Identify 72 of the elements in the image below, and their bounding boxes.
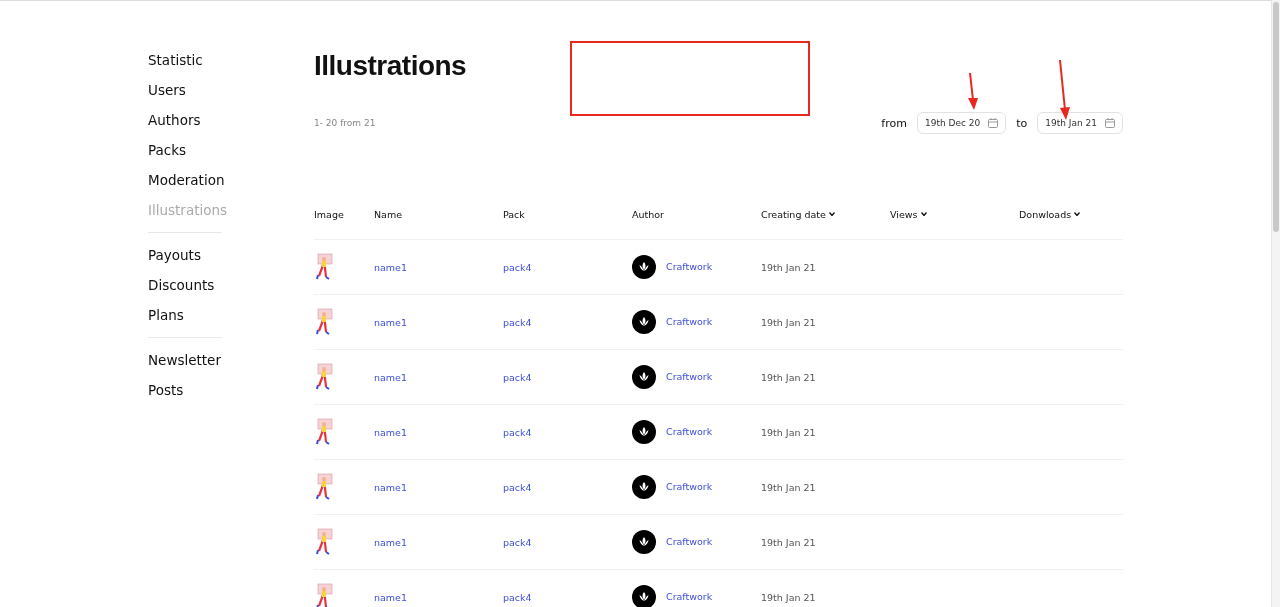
table-cell: 19th Jan 21 [761, 481, 816, 493]
result-count: 1- 20 from 21 [314, 118, 376, 128]
column-header: Pack [503, 208, 525, 220]
pack-link[interactable]: pack4 [503, 261, 532, 273]
leaf-logo-icon [632, 585, 656, 607]
illustration-thumbnail [314, 528, 334, 556]
name-link[interactable]: name1 [374, 426, 407, 438]
table-cell: 19th Jan 21 [761, 426, 816, 438]
caret-icon [920, 212, 927, 216]
leaf-logo-icon [632, 530, 656, 554]
pack-link[interactable]: pack4 [503, 481, 532, 493]
name-link[interactable]: name1 [374, 261, 407, 273]
author-link[interactable]: Craftwork [666, 480, 713, 492]
author-link[interactable]: Craftwork [666, 590, 713, 602]
author-link[interactable]: Craftwork [666, 370, 713, 382]
pack-link[interactable]: pack4 [503, 536, 532, 548]
annotation-arrow [968, 72, 978, 110]
illustration-thumbnail [314, 308, 334, 336]
sidebar-item[interactable]: Packs [148, 135, 187, 165]
calendar-icon [1105, 118, 1115, 128]
author-link[interactable]: Craftwork [666, 425, 713, 437]
page-title: Illustrations [314, 49, 467, 83]
pack-link[interactable]: pack4 [503, 316, 532, 328]
date-field[interactable]: 19th Dec 20 [916, 112, 1007, 134]
name-link[interactable]: name1 [374, 316, 407, 328]
illustration-thumbnail [314, 363, 334, 391]
leaf-logo-icon [632, 365, 656, 389]
sidebar-item[interactable]: Statistic [148, 45, 203, 75]
pack-link[interactable]: pack4 [503, 371, 532, 383]
illustration-thumbnail [314, 418, 334, 446]
column-header[interactable]: Views [890, 208, 927, 220]
sidebar-item[interactable]: Plans [148, 300, 184, 330]
scrollbar[interactable] [1271, 0, 1280, 607]
sidebar-item[interactable]: Discounts [148, 270, 215, 300]
table-cell: 19th Jan 21 [761, 316, 816, 328]
table-cell: 19th Jan 21 [761, 591, 816, 603]
sidebar-item[interactable]: Authors [148, 105, 201, 135]
leaf-logo-icon [632, 255, 656, 279]
caret-icon [828, 212, 835, 216]
sidebar-item[interactable]: Posts [148, 375, 184, 405]
filter-label: to [1016, 116, 1028, 130]
name-link[interactable]: name1 [374, 536, 407, 548]
column-header[interactable]: Donwloads [1019, 208, 1081, 220]
illustration-thumbnail [314, 583, 334, 607]
caret-icon [1074, 212, 1081, 216]
filter-label: from [881, 116, 907, 130]
author-link[interactable]: Craftwork [666, 535, 713, 547]
pack-link[interactable]: pack4 [503, 591, 532, 603]
calendar-icon [988, 118, 999, 128]
pack-link[interactable]: pack4 [503, 426, 532, 438]
illustration-thumbnail [314, 473, 334, 501]
annotation-arrow [1059, 59, 1070, 120]
name-link[interactable]: name1 [374, 371, 407, 383]
leaf-logo-icon [632, 310, 656, 334]
column-header[interactable]: Creating date [761, 208, 835, 220]
illustration-thumbnail [314, 253, 334, 281]
name-link[interactable]: name1 [374, 591, 407, 603]
leaf-logo-icon [632, 475, 656, 499]
sidebar-item[interactable]: Payouts [148, 240, 201, 270]
author-link[interactable]: Craftwork [666, 260, 713, 272]
sidebar-item[interactable]: Newsletter [148, 345, 221, 375]
table-cell: 19th Jan 21 [761, 261, 816, 273]
table-cell: 19th Jan 21 [761, 371, 816, 383]
column-header: Image [314, 208, 344, 220]
sidebar-item[interactable]: Users [148, 75, 186, 105]
author-link[interactable]: Craftwork [666, 315, 713, 327]
column-header: Author [632, 208, 664, 220]
sidebar-item[interactable]: Moderation [148, 165, 225, 195]
leaf-logo-icon [632, 420, 656, 444]
table-cell: 19th Jan 21 [761, 536, 816, 548]
name-link[interactable]: name1 [374, 481, 407, 493]
column-header: Name [374, 208, 403, 220]
